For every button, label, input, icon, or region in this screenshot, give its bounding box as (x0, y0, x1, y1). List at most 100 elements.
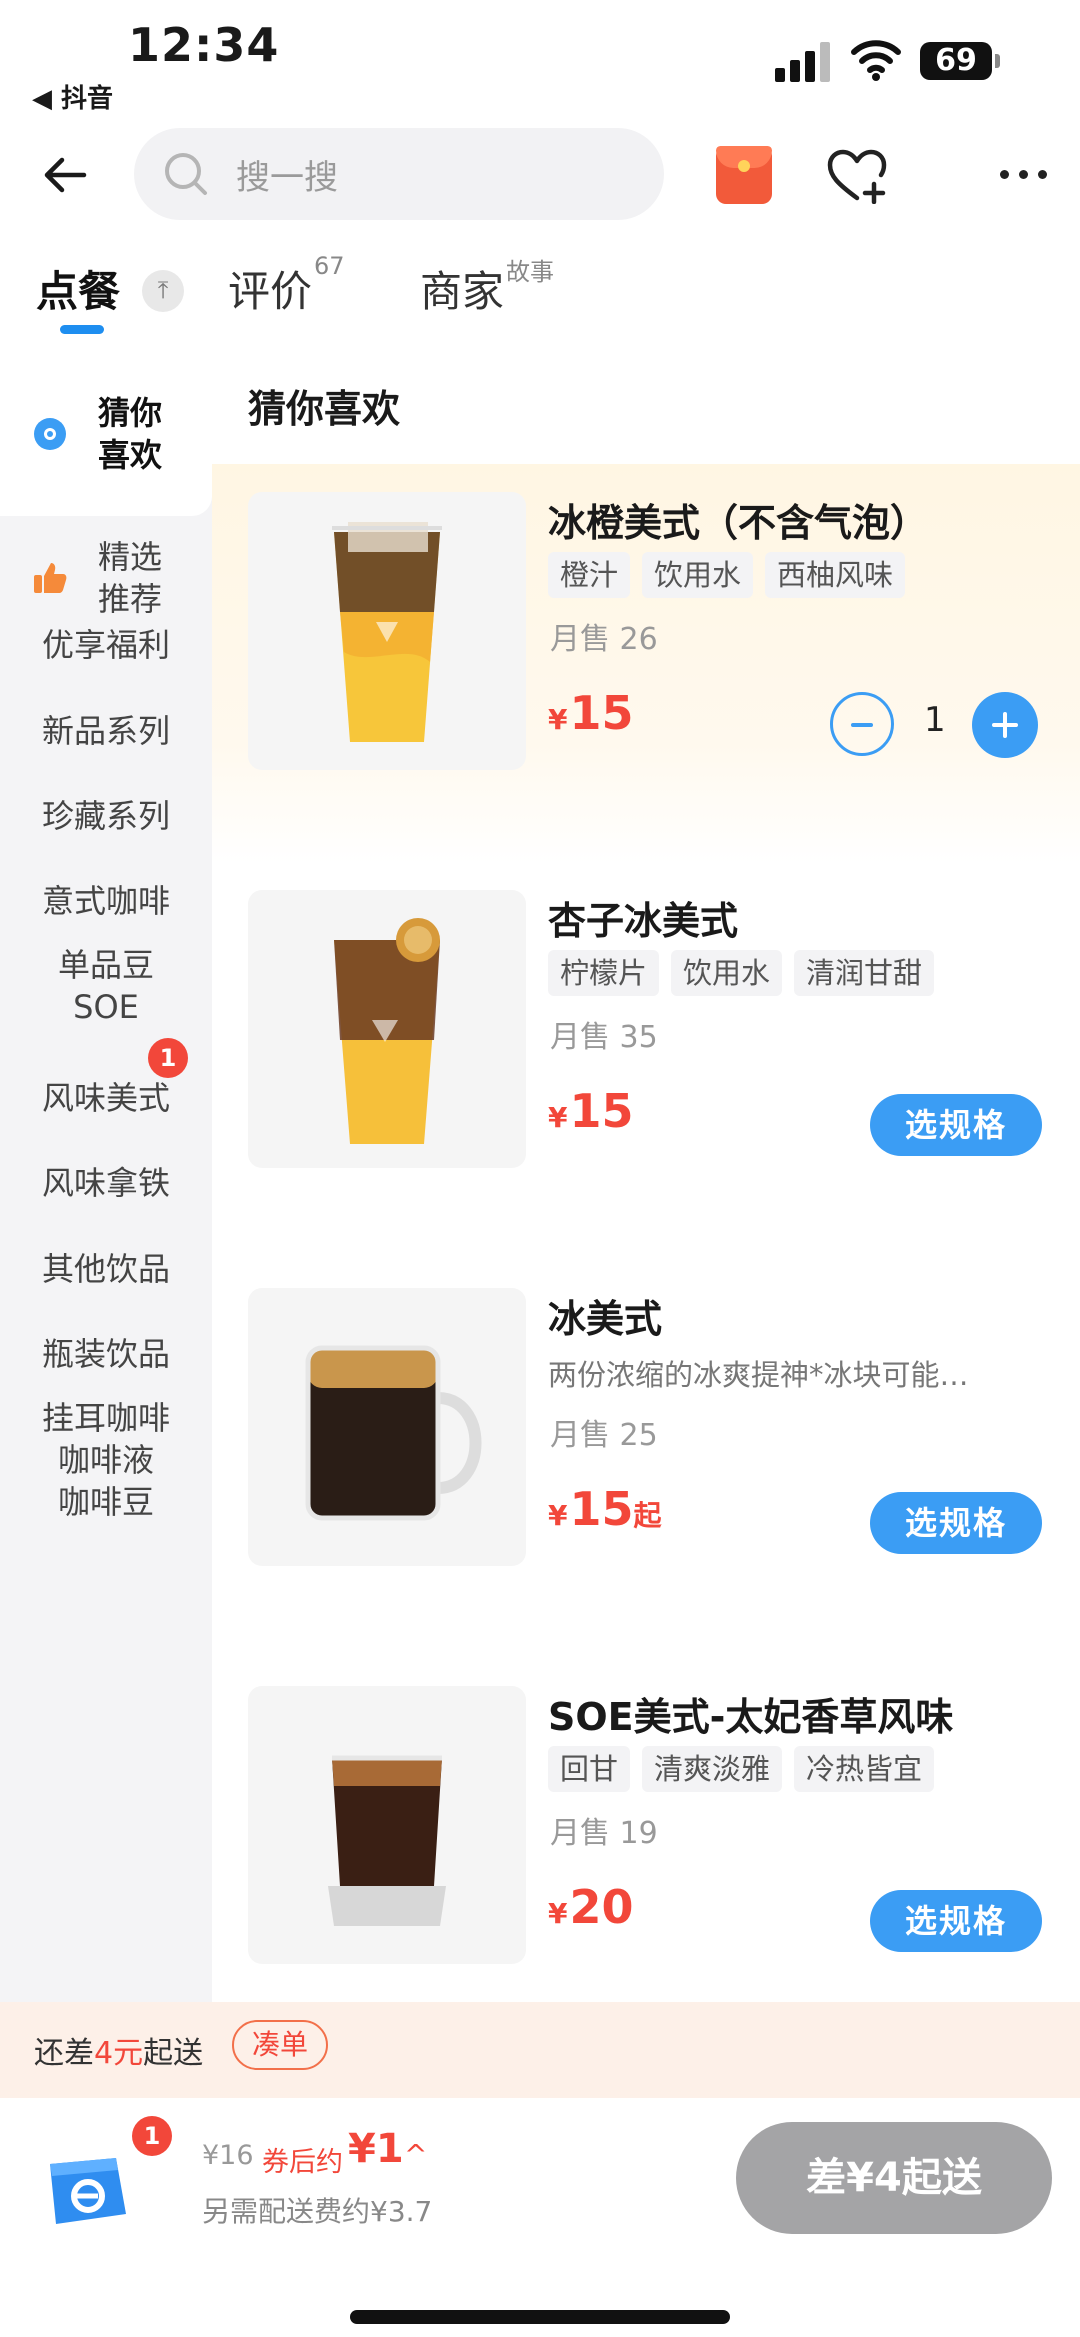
sidebar-item-soe[interactable]: 单品豆 SOE (0, 944, 212, 1044)
sidebar-item-label: 喜欢 (97, 436, 162, 474)
sidebar-item-label: 瓶装饮品 (41, 1335, 170, 1373)
sidebar-item-guess-you-like[interactable]: 猜你 喜欢 (0, 352, 212, 516)
monthly-sales: 月售 26 (550, 622, 658, 657)
search-icon (165, 153, 207, 195)
sidebar-item-label: 优享福利 (41, 626, 170, 664)
select-spec-button[interactable]: 选规格 (870, 1492, 1042, 1554)
sidebar-item-bottled[interactable]: 瓶装饮品 (0, 1333, 212, 1375)
sidebar-item-label: 风味美式 (41, 1079, 170, 1117)
product-card[interactable]: SOE美式-太妃香草风味 回甘 清爽淡雅 冷热皆宜 月售 19 ¥20 选规格 (212, 1658, 1080, 2002)
product-price: ¥15起 (548, 1482, 662, 1536)
cart-count-badge: 1 (132, 2116, 172, 2156)
chevron-up-icon[interactable]: ^ (404, 2138, 427, 2171)
notice-suffix: 起送 (143, 2036, 204, 2071)
quantity-value: 1 (924, 700, 946, 740)
sidebar-item-new[interactable]: 新品系列 (0, 710, 212, 752)
currency-symbol: ¥ (548, 703, 568, 736)
pin-top-icon[interactable]: ⤒ (142, 270, 184, 312)
product-card[interactable]: 冰美式 两份浓缩的冰爽提神*冰块可能… 月售 25 ¥15起 选规格 (212, 1260, 1080, 1656)
sidebar-item-other-drinks[interactable]: 其他饮品 (0, 1248, 212, 1290)
product-tag: 冷热皆宜 (794, 1746, 935, 1792)
back-arrow-icon[interactable] (40, 150, 90, 200)
product-card[interactable]: 冰橙美式（不含气泡） 橙汁 饮用水 西柚风味 月售 26 ¥15 1 (212, 464, 1080, 864)
tab-merchant-label: 商家 (420, 267, 505, 316)
select-spec-button[interactable]: 选规格 (870, 1890, 1042, 1952)
product-tag: 饮用水 (671, 950, 783, 996)
min-order-notice: 还差4元起送 凑单 (0, 2002, 1080, 2098)
review-count: 67 (314, 252, 345, 280)
product-image (248, 492, 526, 770)
sidebar-item-label: 咖啡液 (57, 1441, 154, 1479)
sidebar-item-label: 精选 (97, 538, 162, 576)
tab-order-label: 点餐 (36, 267, 121, 316)
sidebar-item-label: 意式咖啡 (41, 882, 170, 920)
sidebar-badge: 1 (148, 1038, 188, 1078)
sidebar-item-label: 推荐 (97, 580, 162, 618)
product-tag: 饮用水 (642, 552, 754, 598)
sidebar-item-label: 单品豆 (57, 946, 154, 984)
sidebar-item-collection[interactable]: 珍藏系列 (0, 795, 212, 837)
sidebar-item-drip-coffee[interactable]: 挂耳咖啡 咖啡液 咖啡豆 (0, 1397, 212, 1523)
status-time: 12:34 (128, 18, 280, 72)
sidebar-item-label: SOE (73, 988, 139, 1026)
price-value: 15 (569, 1084, 634, 1138)
favorite-add-icon[interactable] (826, 148, 888, 204)
home-indicator[interactable] (350, 2310, 730, 2324)
product-price: ¥15 (548, 1084, 634, 1138)
product-tag: 清爽淡雅 (642, 1746, 783, 1792)
decrease-quantity-button[interactable] (830, 692, 894, 756)
delivery-fee-note: 另需配送费约¥3.7 (202, 2195, 433, 2228)
product-name: SOE美式-太妃香草风味 (548, 1695, 954, 1739)
notice-prefix: 还差 (34, 2036, 94, 2071)
product-tag: 橙汁 (548, 552, 631, 598)
battery-indicator: 69 (920, 42, 1000, 80)
sidebar-item-benefits[interactable]: 优享福利 (0, 624, 212, 666)
product-tag: 柠檬片 (548, 950, 660, 996)
product-image (248, 890, 526, 1168)
sidebar-item-label: 挂耳咖啡 (41, 1399, 170, 1437)
sidebar-item-flavored-latte[interactable]: 风味拿铁 (0, 1162, 212, 1204)
sidebar-item-espresso[interactable]: 意式咖啡 (0, 880, 212, 922)
product-image (248, 1686, 526, 1964)
after-coupon-label: 券后约 (262, 2147, 343, 2178)
price-value: 15 (569, 1482, 634, 1536)
sidebar-item-label: 猜你 (97, 394, 162, 432)
increase-quantity-button[interactable] (972, 692, 1038, 758)
monthly-sales: 月售 25 (550, 1418, 658, 1453)
currency-symbol: ¥ (548, 1499, 568, 1532)
after-coupon-price: ¥1 (348, 2126, 404, 2172)
tab-merchant[interactable]: 商家故事 (420, 258, 554, 319)
cart-bar: 1 ¥16 券后约 ¥1 ^ 另需配送费约¥3.7 差¥4起送 (0, 2098, 1080, 2337)
notice-amount: 4元 (94, 2036, 144, 2071)
search-placeholder: 搜一搜 (236, 158, 338, 198)
tab-order[interactable]: 点餐 (36, 258, 120, 319)
wifi-icon (851, 40, 901, 81)
product-card[interactable]: 杏子冰美式 柠檬片 饮用水 清润甘甜 月售 35 ¥15 选规格 (212, 862, 1080, 1258)
checkout-button[interactable]: 差¥4起送 (736, 2122, 1052, 2234)
back-to-app-link[interactable]: ◀ 抖音 (32, 78, 113, 115)
add-on-order-button[interactable]: 凑单 (232, 2020, 328, 2070)
tab-reviews[interactable]: 评价67 (228, 252, 345, 319)
red-packet-icon[interactable] (716, 146, 772, 204)
merchant-story-label: 故事 (506, 258, 555, 286)
product-name: 杏子冰美式 (548, 899, 739, 943)
product-tag: 回甘 (548, 1746, 631, 1792)
sidebar-item-flavored-americano[interactable]: 风味美式 (0, 1077, 212, 1119)
select-spec-button[interactable]: 选规格 (870, 1094, 1042, 1156)
price-from-suffix: 起 (633, 1499, 662, 1532)
product-tag: 清润甘甜 (794, 950, 935, 996)
product-tags: 回甘 清爽淡雅 冷热皆宜 (548, 1746, 935, 1792)
search-input[interactable]: 搜一搜 (134, 128, 664, 220)
cart-bag-icon[interactable] (36, 2134, 136, 2234)
price-value: 20 (569, 1880, 634, 1934)
tab-indicator (60, 325, 104, 334)
status-bar: 12:34 ◀ 抖音 69 (0, 0, 1080, 120)
product-name: 冰美式 (548, 1297, 663, 1341)
thumbs-up-icon (34, 563, 67, 593)
signal-icon (775, 40, 833, 82)
more-options-icon[interactable] (1000, 170, 1050, 182)
category-sidebar: 猜你 喜欢 精选 推荐 优享福利 新品系列 珍藏系列 意式咖啡 单品豆 SOE … (0, 352, 212, 2002)
price-value: 15 (569, 686, 634, 740)
original-price: ¥16 (202, 2140, 254, 2171)
sidebar-item-label: 新品系列 (41, 712, 170, 750)
